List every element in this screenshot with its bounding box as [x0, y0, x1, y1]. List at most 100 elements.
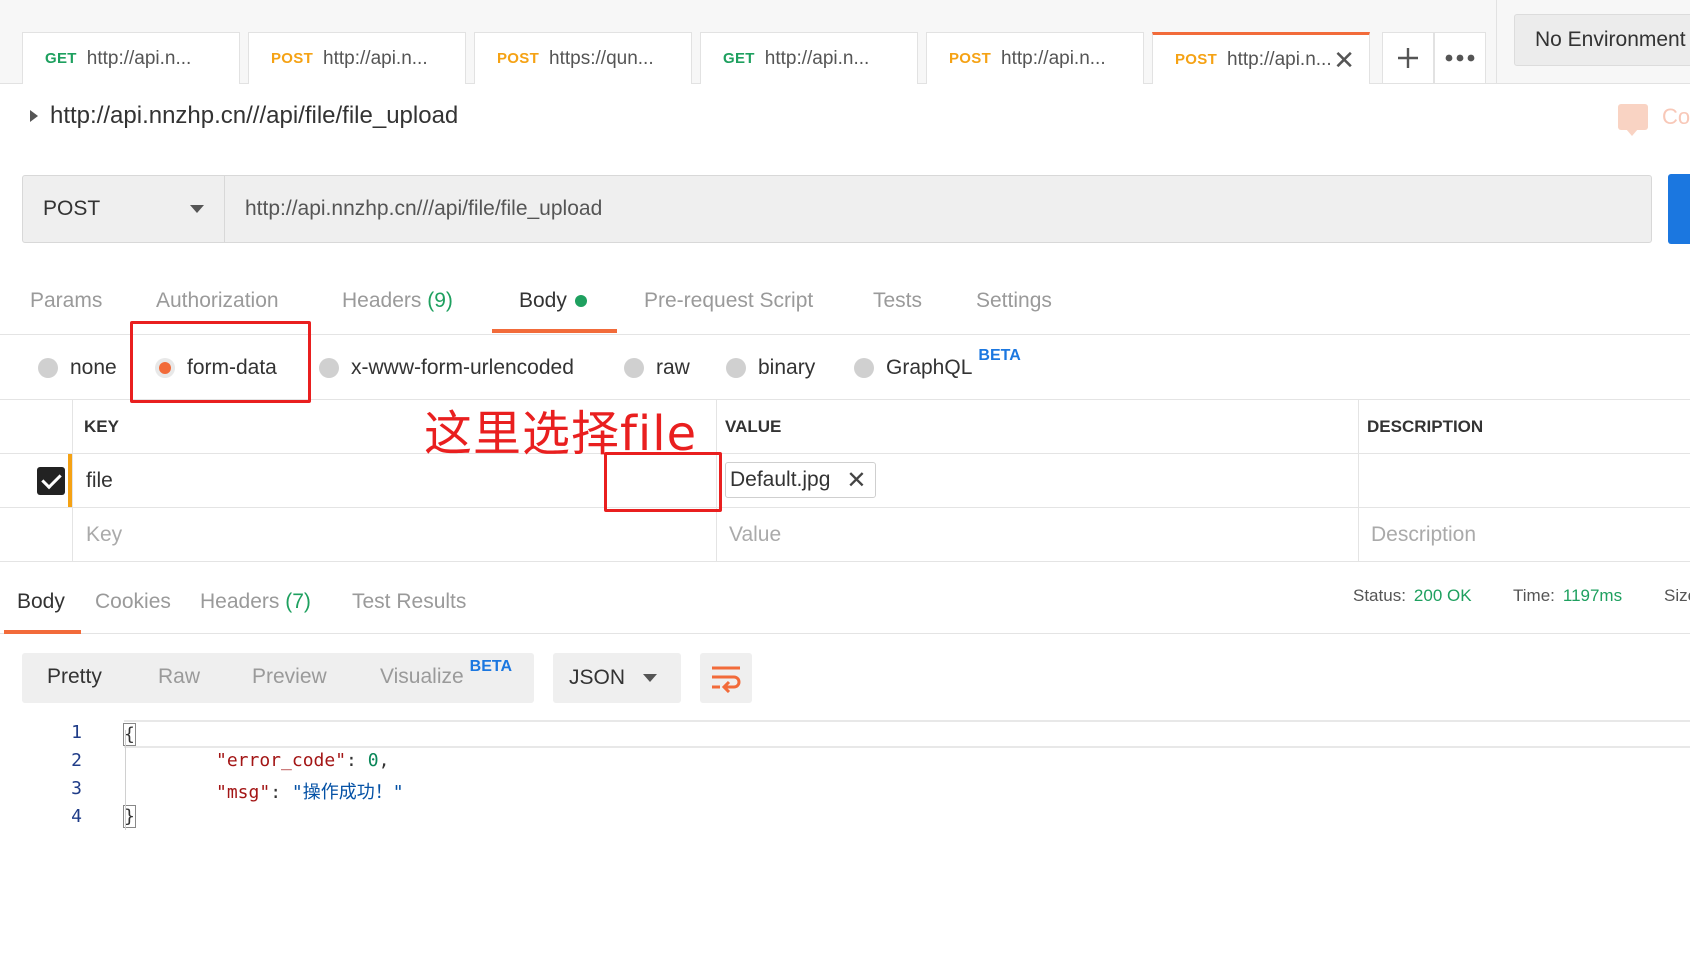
column-value-header: VALUE [725, 416, 782, 436]
resp-headers-count: (7) [285, 590, 311, 613]
request-tab[interactable]: POST http://api.n... [248, 32, 466, 84]
url-input[interactable]: http://api.nnzhp.cn///api/file/file_uplo… [245, 176, 602, 242]
json-key: "msg" [216, 782, 271, 803]
plus-icon[interactable] [1382, 32, 1434, 84]
column-key-header: KEY [84, 416, 119, 436]
request-tab[interactable]: POST http://api.n... [926, 32, 1144, 84]
view-preview[interactable]: Preview [252, 665, 327, 689]
wrap-lines-button[interactable] [700, 653, 752, 703]
json-sep: : [346, 750, 368, 771]
send-button[interactable] [1668, 174, 1690, 244]
view-pretty[interactable]: Pretty [47, 665, 102, 689]
method-select[interactable]: POST [23, 176, 225, 242]
line-number: 1 [71, 722, 82, 743]
annotation-text: 这里选择file [424, 406, 698, 462]
row-enabled-checkbox[interactable] [37, 467, 65, 495]
tab-method: POST [949, 50, 992, 67]
tab-url: http://api.n... [323, 47, 428, 69]
key-placeholder[interactable]: Key [86, 508, 122, 561]
caret-right-icon [30, 110, 38, 122]
table-row: file Default.jpg ✕ [0, 454, 1690, 508]
active-tab-underline [4, 630, 81, 634]
file-name: Default.jpg [730, 468, 831, 491]
resp-tab-headers[interactable]: Headers (7) [200, 590, 311, 614]
request-tab[interactable]: POST https://qun... [474, 32, 692, 84]
response-code-viewer[interactable]: 1 { 2 "error_code": 0, 3 "msg": "操作成功！" … [0, 720, 1690, 959]
tab-settings[interactable]: Settings [976, 289, 1052, 313]
tab-authorization[interactable]: Authorization [156, 289, 279, 313]
time-value: 1197ms [1562, 586, 1623, 605]
comments-button[interactable]: Comments [1618, 104, 1690, 136]
json-string: "操作成功！" [291, 782, 404, 803]
json-sep: : [270, 782, 292, 803]
code-text: "error_code": 0, [216, 750, 389, 771]
tab-params[interactable]: Params [30, 289, 102, 313]
code-line: 3 "msg": "操作成功！" [0, 776, 1690, 804]
column-description-header: DESCRIPTION [1367, 416, 1484, 436]
close-icon[interactable]: ✕ [1333, 45, 1355, 76]
resp-headers-label: Headers [200, 590, 280, 613]
radio-graphql[interactable]: GraphQL BETA [854, 347, 1021, 380]
radio-none[interactable]: none [38, 356, 117, 380]
view-raw[interactable]: Raw [158, 665, 200, 689]
request-tab[interactable]: GET http://api.n... [22, 32, 240, 84]
radio-icon [38, 358, 58, 378]
line-number: 4 [71, 806, 82, 827]
tab-url: http://api.n... [764, 47, 870, 69]
tab-tests[interactable]: Tests [873, 289, 922, 313]
key-cell[interactable]: file [86, 454, 113, 507]
comments-label: Comments [1662, 104, 1690, 129]
tab-headers[interactable]: Headers (9) [342, 289, 453, 313]
size-readout: Size: [1664, 586, 1690, 605]
status-readout: Status: 200 OK [1353, 586, 1472, 606]
tab-method: POST [1175, 51, 1218, 68]
status-value: 200 OK [1413, 586, 1472, 605]
tab-divider [1496, 0, 1497, 84]
radio-label: raw [656, 356, 690, 379]
request-tab[interactable]: GET http://api.n... [700, 32, 918, 84]
format-value: JSON [569, 666, 626, 689]
tab-url: https://qun... [549, 47, 654, 69]
headers-count: (9) [427, 289, 453, 312]
close-icon[interactable]: ✕ [846, 466, 866, 495]
format-select[interactable]: JSON [553, 653, 681, 703]
radio-urlencoded[interactable]: x-www-form-urlencoded [319, 356, 574, 380]
request-tab-active[interactable]: POST http://api.n... ✕ [1152, 32, 1370, 84]
time-label: Time: [1513, 586, 1555, 605]
tab-url: http://api.n... [1227, 48, 1332, 70]
comment-icon [1618, 104, 1648, 136]
radio-label: binary [758, 356, 816, 379]
code-text: "msg": "操作成功！" [216, 778, 404, 804]
resp-tab-test-results[interactable]: Test Results [352, 590, 466, 614]
active-tab-underline [492, 329, 617, 333]
radio-icon [319, 358, 339, 378]
json-number: 0 [367, 750, 379, 771]
description-placeholder[interactable]: Description [1371, 508, 1476, 561]
resp-tab-cookies[interactable]: Cookies [95, 590, 171, 614]
tab-body-label: Body [519, 289, 567, 312]
status-label: Status: [1353, 586, 1406, 605]
chevron-down-icon [190, 205, 204, 213]
json-key: "error_code" [216, 750, 347, 771]
radio-binary[interactable]: binary [726, 356, 815, 380]
column-divider [1358, 400, 1359, 562]
method-value: POST [43, 197, 101, 220]
radio-label: GraphQL [886, 356, 973, 379]
resp-tab-body[interactable]: Body [17, 590, 65, 614]
environment-selector[interactable]: No Environment [1514, 14, 1690, 66]
code-line: 2 "error_code": 0, [0, 748, 1690, 776]
tab-url: http://api.n... [1001, 47, 1106, 69]
view-visualize-label: Visualize [380, 665, 464, 688]
view-visualize[interactable]: Visualize BETA [380, 658, 512, 689]
column-divider [72, 400, 73, 562]
radio-icon [624, 358, 644, 378]
ellipsis-icon[interactable] [1434, 32, 1486, 84]
tab-prerequest-script[interactable]: Pre-request Script [644, 289, 813, 313]
file-chip[interactable]: Default.jpg ✕ [725, 462, 876, 498]
radio-raw[interactable]: raw [624, 356, 690, 380]
tab-body[interactable]: Body [519, 289, 587, 313]
radio-icon [726, 358, 746, 378]
value-placeholder[interactable]: Value [729, 508, 781, 561]
request-title[interactable]: http://api.nnzhp.cn///api/file/file_uplo… [30, 102, 458, 130]
radio-label: none [70, 356, 117, 379]
